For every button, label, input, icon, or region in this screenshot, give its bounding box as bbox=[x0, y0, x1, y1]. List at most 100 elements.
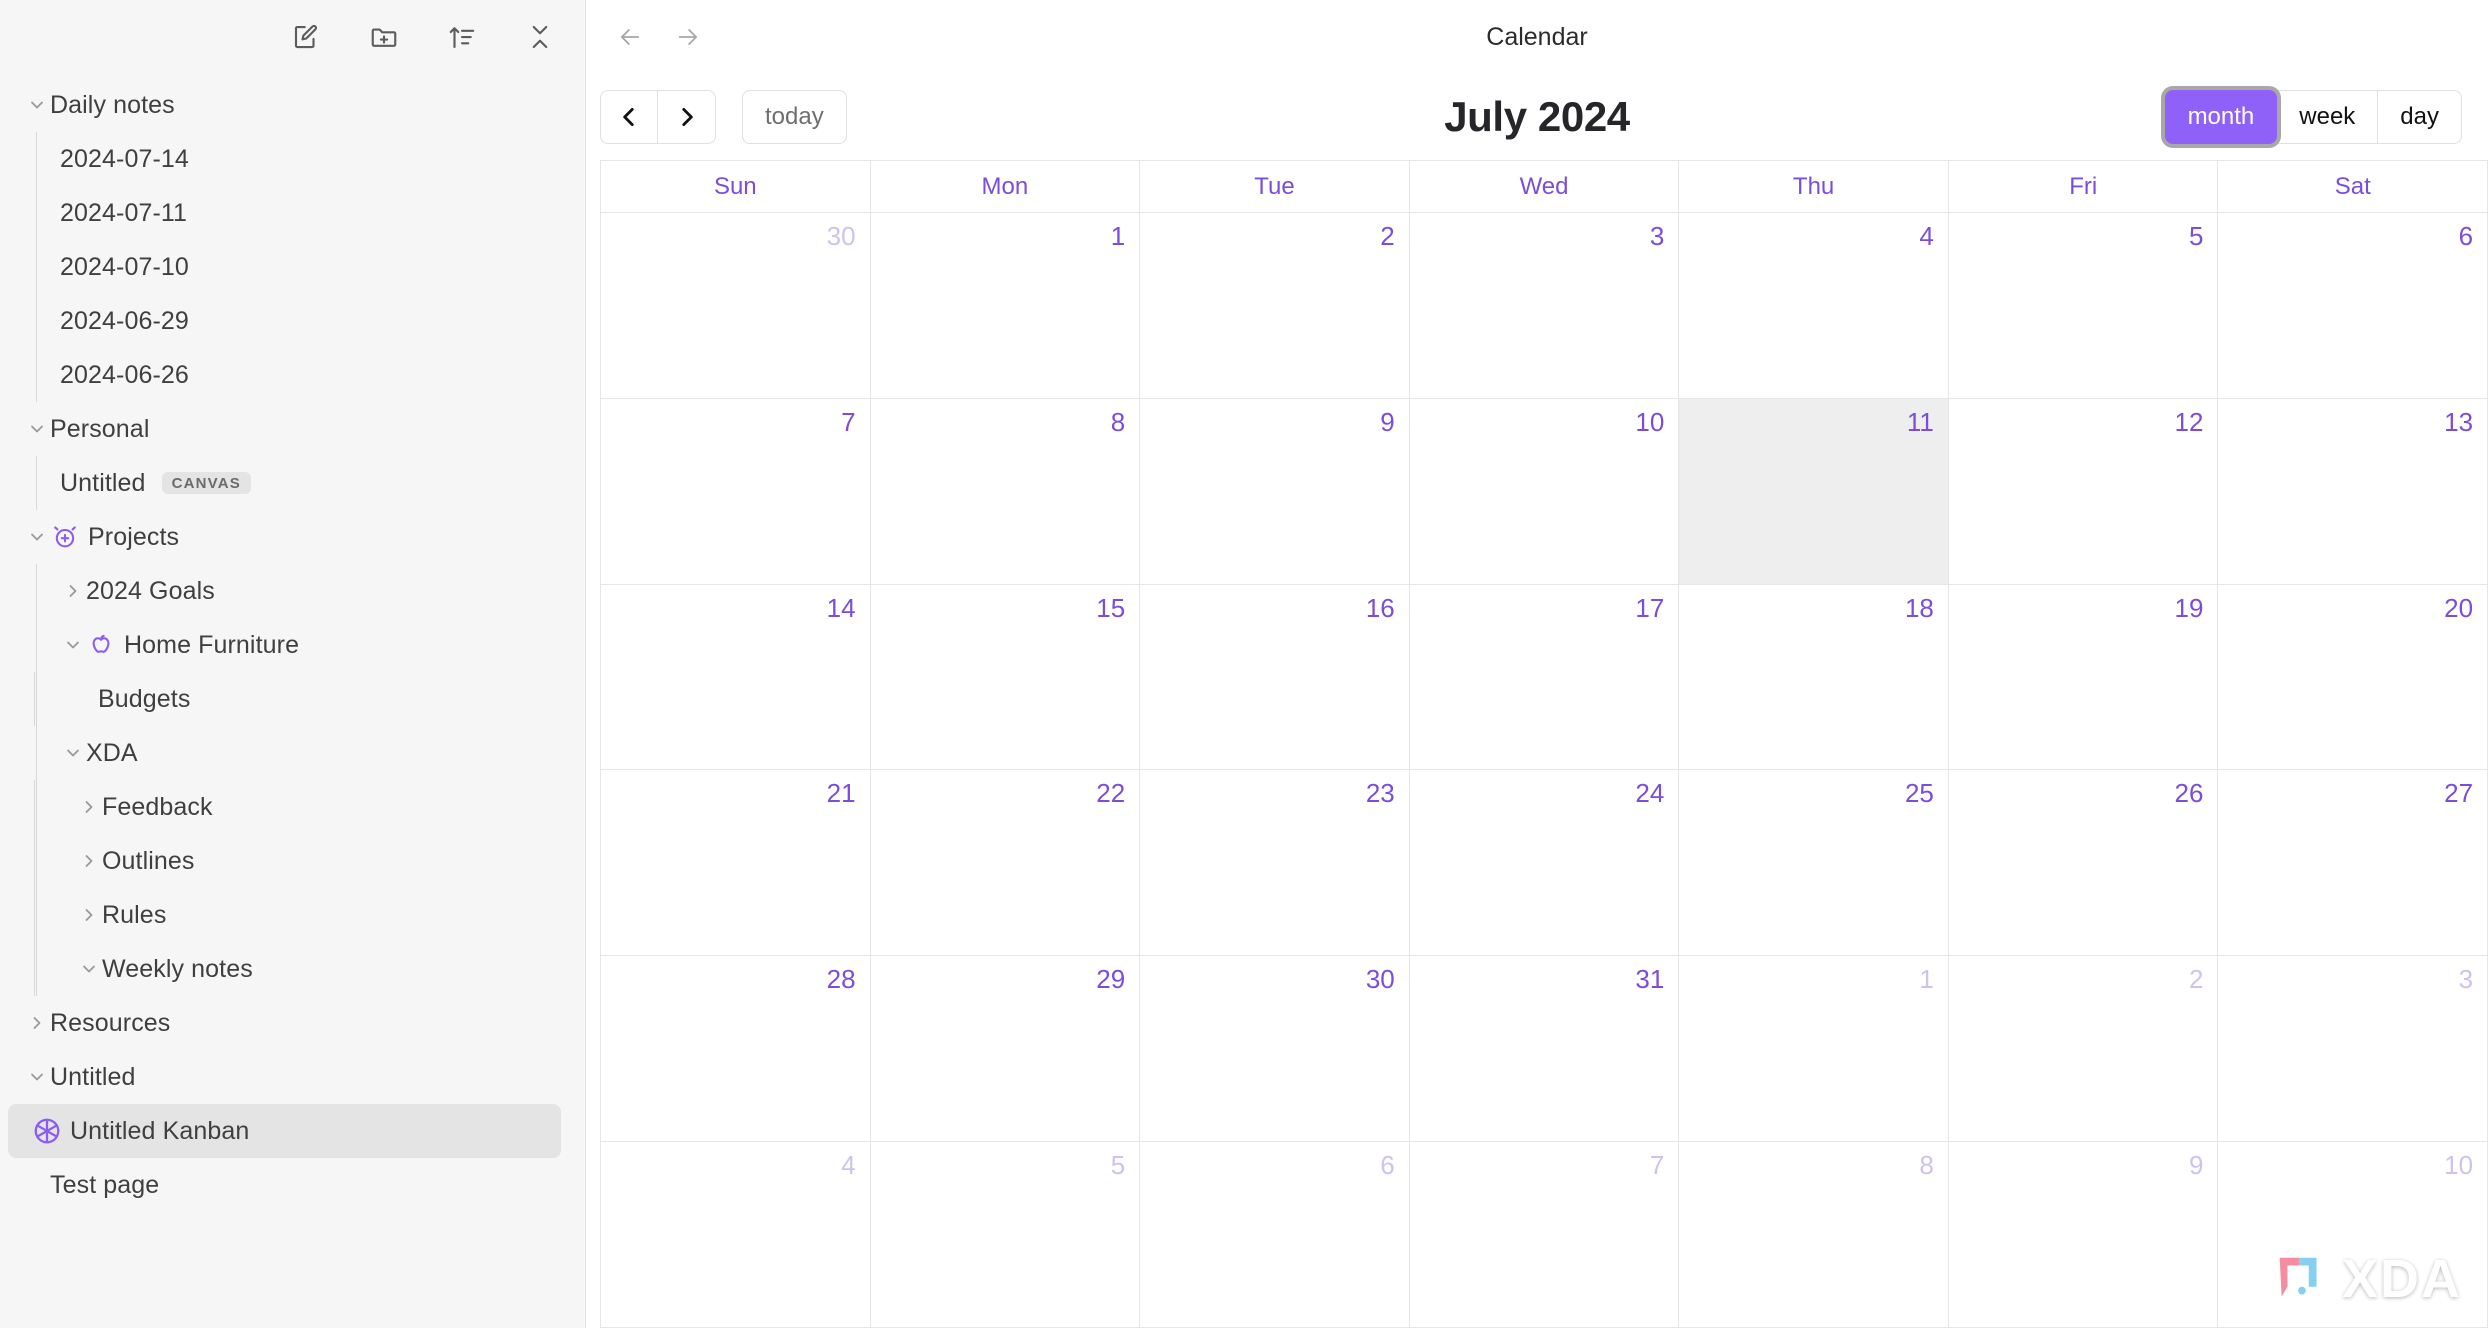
next-period-button[interactable] bbox=[658, 90, 716, 144]
sidebar-tree: Daily notes 2024-07-14 2024-07-11 2024-0… bbox=[0, 74, 585, 1328]
sidebar-item-note-2024-06-29[interactable]: 2024-06-29 bbox=[0, 294, 585, 348]
calendar-day-cell[interactable]: 15 bbox=[871, 584, 1141, 770]
sidebar-item-xda[interactable]: XDA bbox=[0, 726, 585, 780]
view-switcher: month week day bbox=[2164, 90, 2462, 144]
calendar-day-cell[interactable]: 18 bbox=[1679, 584, 1949, 770]
day-header-mon: Mon bbox=[871, 161, 1141, 212]
sidebar-item-weekly-notes[interactable]: Weekly notes bbox=[34, 942, 585, 996]
calendar-day-cell[interactable]: 5 bbox=[871, 1142, 1141, 1327]
collapse-all-icon[interactable] bbox=[521, 18, 559, 56]
sidebar-item-untitled[interactable]: Untitled bbox=[0, 1050, 585, 1104]
sidebar-item-label: Personal bbox=[50, 414, 150, 443]
arrow-left-icon[interactable] bbox=[612, 19, 648, 55]
view-week-button[interactable]: week bbox=[2277, 90, 2379, 144]
sort-icon[interactable] bbox=[443, 18, 481, 56]
calendar-day-cell[interactable]: 23 bbox=[1140, 770, 1410, 956]
calendar-day-cell[interactable]: 7 bbox=[1410, 1142, 1680, 1327]
calendar-day-cell[interactable]: 24 bbox=[1410, 770, 1680, 956]
sidebar-item-projects[interactable]: Projects bbox=[0, 510, 585, 564]
sidebar-item-label: 2024-06-29 bbox=[60, 306, 189, 335]
new-note-icon[interactable] bbox=[287, 18, 325, 56]
calendar-day-cell[interactable]: 6 bbox=[1140, 1142, 1410, 1327]
day-header-tue: Tue bbox=[1140, 161, 1410, 212]
calendar-day-cell[interactable]: 28 bbox=[601, 956, 871, 1142]
sidebar-item-untitled-canvas[interactable]: Untitled CANVAS bbox=[0, 456, 585, 510]
calendar-day-cell[interactable]: 30 bbox=[1140, 956, 1410, 1142]
sidebar-item-note-2024-07-11[interactable]: 2024-07-11 bbox=[0, 186, 585, 240]
sidebar-item-resources[interactable]: Resources bbox=[0, 996, 585, 1050]
tree-children: 2024 Goals Home Furniture Budgets XDA Fe… bbox=[0, 564, 585, 996]
sidebar-item-budgets[interactable]: Budgets bbox=[34, 672, 585, 726]
tree-children: Untitled CANVAS bbox=[0, 456, 585, 510]
calendar-day-cell[interactable]: 9 bbox=[1949, 1142, 2219, 1327]
sidebar-item-note-2024-06-26[interactable]: 2024-06-26 bbox=[0, 348, 585, 402]
calendar-weeks: 30 1 2 3 4 5 6 7 8 9 10 11 12 13 14 15 16 17 18 19 20 21 22 23 2… bbox=[601, 213, 2488, 1328]
calendar-day-cell[interactable]: 11 bbox=[1679, 398, 1949, 584]
calendar-day-cell[interactable]: 2 bbox=[1140, 213, 1410, 398]
sidebar-item-rules[interactable]: Rules bbox=[34, 888, 585, 942]
sidebar-item-2024-goals[interactable]: 2024 Goals bbox=[0, 564, 585, 618]
calendar-day-cell[interactable]: 7 bbox=[601, 398, 871, 584]
calendar-day-cell[interactable]: 10 bbox=[2218, 1142, 2488, 1327]
sidebar-item-note-2024-07-14[interactable]: 2024-07-14 bbox=[0, 132, 585, 186]
calendar-day-cell[interactable]: 19 bbox=[1949, 584, 2219, 770]
calendar-grid: Sun Mon Tue Wed Thu Fri Sat 30 1 2 3 4 5 6 7 8 9 1… bbox=[600, 160, 2488, 1328]
day-header-wed: Wed bbox=[1410, 161, 1680, 212]
sidebar-item-home-furniture[interactable]: Home Furniture bbox=[0, 618, 585, 672]
calendar-day-cell[interactable]: 5 bbox=[1949, 213, 2219, 398]
sidebar-item-outlines[interactable]: Outlines bbox=[34, 834, 585, 888]
calendar-day-cell[interactable]: 8 bbox=[1679, 1142, 1949, 1327]
calendar-day-cell[interactable]: 3 bbox=[1410, 213, 1680, 398]
chevron-down-icon bbox=[24, 1064, 50, 1090]
tree-children: 2024-07-14 2024-07-11 2024-07-10 2024-06… bbox=[0, 132, 585, 402]
calendar-day-cell[interactable]: 14 bbox=[601, 584, 871, 770]
sidebar-item-personal[interactable]: Personal bbox=[0, 402, 585, 456]
calendar-day-cell[interactable]: 22 bbox=[871, 770, 1141, 956]
sidebar-item-label: Untitled Kanban bbox=[70, 1116, 250, 1145]
sidebar-item-label: Rules bbox=[102, 900, 167, 929]
calendar-day-cell[interactable]: 27 bbox=[2218, 770, 2488, 956]
calendar-day-cell[interactable]: 20 bbox=[2218, 584, 2488, 770]
calendar-day-cell[interactable]: 6 bbox=[2218, 213, 2488, 398]
view-month-button[interactable]: month bbox=[2164, 90, 2278, 144]
calendar-day-cell[interactable]: 17 bbox=[1410, 584, 1680, 770]
sidebar-item-daily-notes[interactable]: Daily notes bbox=[0, 78, 585, 132]
calendar-day-cell[interactable]: 26 bbox=[1949, 770, 2219, 956]
sidebar-item-note-2024-07-10[interactable]: 2024-07-10 bbox=[0, 240, 585, 294]
calendar-day-cell[interactable]: 12 bbox=[1949, 398, 2219, 584]
tree-children-xda: Feedback Outlines Rules Weekly notes bbox=[0, 780, 585, 996]
sidebar-item-label: 2024-07-14 bbox=[60, 144, 189, 173]
calendar-day-cell[interactable]: 13 bbox=[2218, 398, 2488, 584]
calendar-day-cell[interactable]: 16 bbox=[1140, 584, 1410, 770]
calendar-day-cell[interactable]: 25 bbox=[1679, 770, 1949, 956]
calendar-day-cell[interactable]: 1 bbox=[1679, 956, 1949, 1142]
sidebar-item-label: Daily notes bbox=[50, 90, 175, 119]
tree-group-projects: Projects 2024 Goals Home Furniture Budge… bbox=[0, 510, 585, 996]
calendar-day-cell[interactable]: 21 bbox=[601, 770, 871, 956]
calendar-day-cell[interactable]: 8 bbox=[871, 398, 1141, 584]
calendar-week-row: 4 5 6 7 8 9 10 bbox=[601, 1142, 2488, 1328]
calendar-day-cell[interactable]: 2 bbox=[1949, 956, 2219, 1142]
chevron-down-icon bbox=[24, 416, 50, 442]
new-folder-icon[interactable] bbox=[365, 18, 403, 56]
sidebar-item-untitled-kanban[interactable]: Untitled Kanban bbox=[8, 1104, 561, 1158]
calendar-day-cell[interactable]: 29 bbox=[871, 956, 1141, 1142]
calendar-day-cell[interactable]: 30 bbox=[601, 213, 871, 398]
calendar-day-cell[interactable]: 9 bbox=[1140, 398, 1410, 584]
chevron-right-icon bbox=[76, 794, 102, 820]
sidebar-item-test-page[interactable]: Test page bbox=[0, 1158, 585, 1212]
view-day-button[interactable]: day bbox=[2378, 90, 2462, 144]
calendar-day-cell[interactable]: 31 bbox=[1410, 956, 1680, 1142]
arrow-right-icon[interactable] bbox=[670, 19, 706, 55]
calendar-day-cell[interactable]: 4 bbox=[1679, 213, 1949, 398]
calendar-day-cell[interactable]: 3 bbox=[2218, 956, 2488, 1142]
calendar-day-cell[interactable]: 10 bbox=[1410, 398, 1680, 584]
sidebar-item-feedback[interactable]: Feedback bbox=[34, 780, 585, 834]
sidebar-item-label: 2024-07-10 bbox=[60, 252, 189, 281]
calendar-week-row: 14 15 16 17 18 19 20 bbox=[601, 584, 2488, 771]
today-button[interactable]: today bbox=[742, 90, 847, 144]
sidebar-item-label: Feedback bbox=[102, 792, 213, 821]
prev-period-button[interactable] bbox=[600, 90, 658, 144]
calendar-day-cell[interactable]: 4 bbox=[601, 1142, 871, 1327]
calendar-day-cell[interactable]: 1 bbox=[871, 213, 1141, 398]
